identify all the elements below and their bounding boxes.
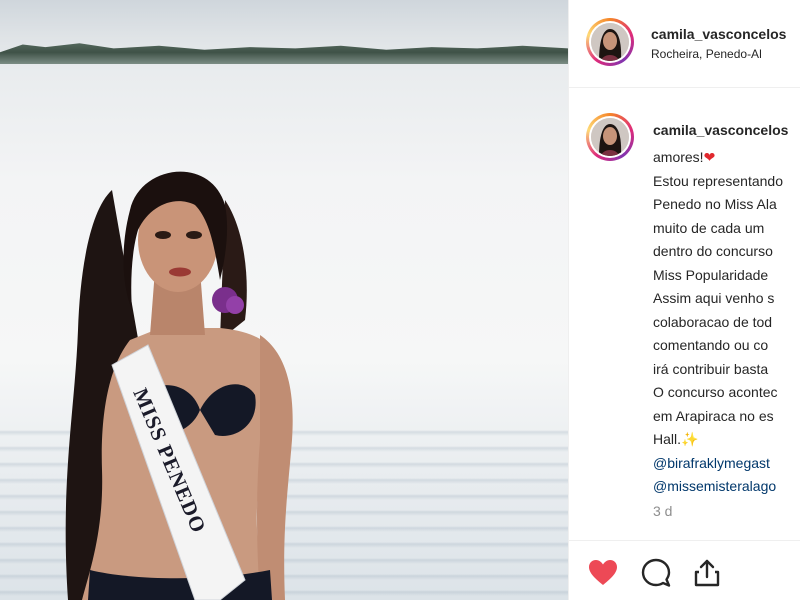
post-sidebar: camila_vasconcelos Rocheira, Penedo-Al c… (568, 0, 800, 600)
heart-icon (589, 560, 617, 585)
header-username[interactable]: camila_vasconcelos (651, 26, 786, 42)
caption-line: Penedo no Miss Ala (653, 196, 777, 212)
avatar-photo (591, 23, 629, 61)
caption-line: muito de cada um (653, 219, 765, 236)
caption-line: O concurso acontec (653, 384, 778, 400)
comment-avatar[interactable] (586, 113, 634, 161)
avatar[interactable] (586, 18, 634, 66)
sparkle-emoji: ✨ (681, 431, 699, 447)
header-location[interactable]: Rocheira, Penedo-Al (651, 47, 762, 61)
caption-line: comentando ou co (653, 337, 769, 353)
caption-line: em Arapiraca no es (653, 407, 774, 424)
like-button[interactable] (587, 557, 619, 589)
share-icon (694, 559, 720, 587)
comment-button[interactable] (640, 557, 672, 589)
post-time[interactable]: 3 d (653, 503, 672, 519)
mention-link[interactable]: @missemisteralago (653, 475, 800, 499)
mention-link[interactable]: @birafraklymegast (653, 452, 800, 476)
caption-line: Estou representando (653, 172, 783, 189)
share-button[interactable] (691, 557, 723, 589)
comment-avatar-photo (591, 118, 629, 156)
action-bar (569, 540, 800, 600)
heart-emoji: ❤ (703, 149, 716, 165)
caption-line: dentro do concurso (653, 243, 773, 259)
model-figure: MISS PENEDO (65, 171, 293, 600)
caption-text: amores!❤ Estou representando Penedo no M… (653, 146, 800, 499)
comment-username[interactable]: camila_vasconcelos (653, 122, 788, 138)
caption-line: Assim aqui venho s (653, 290, 775, 306)
caption-line: Hall.✨ (653, 431, 699, 447)
caption-line: Miss Popularidade (653, 266, 769, 283)
shoreline (0, 43, 568, 64)
post-photo[interactable]: MISS PENEDO (0, 0, 568, 600)
post-header: camila_vasconcelos Rocheira, Penedo-Al (569, 0, 800, 88)
caption-line: colaboracao de tod (653, 313, 773, 330)
caption-line: amores!❤ (653, 149, 716, 165)
caption-line: irá contribuir basta (653, 360, 769, 377)
comment-icon (641, 558, 671, 587)
